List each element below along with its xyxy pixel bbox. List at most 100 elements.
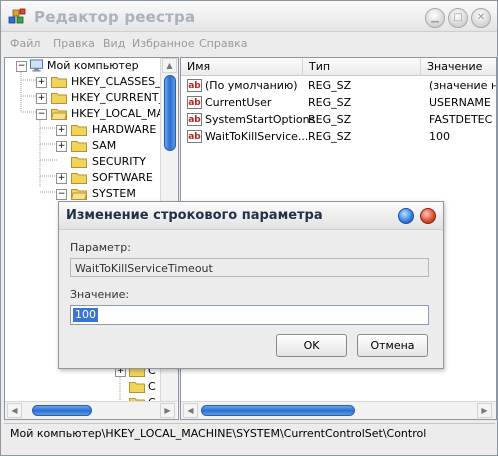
open-folder-icon [51,109,67,120]
menu-view[interactable]: Вид [103,37,125,50]
scroll-right-arrow-icon[interactable]: ▶ [477,403,492,418]
folder-icon [71,125,87,136]
cancel-button[interactable]: Отмена [357,334,428,357]
folder-icon [51,77,67,88]
list-item[interactable]: ab SystemStartOptions REG_SZ FASTDETEC [181,112,496,128]
tree-item-sam[interactable]: + SAM [5,138,165,154]
expand-icon[interactable]: + [36,77,47,88]
value-data: FASTDETEC [429,113,493,126]
tree-horizontal-scrollbar[interactable]: ◀ ▶ [5,401,177,419]
expand-icon[interactable]: + [56,125,67,136]
tree-item-security[interactable]: SECURITY [5,154,165,170]
value-name: (По умолчанию) [205,79,298,92]
minimize-button[interactable]: ▁ [425,8,445,28]
scroll-thumb[interactable] [164,75,176,151]
menu-help[interactable]: Справка [199,37,247,50]
value-name: CurrentUser [205,96,272,109]
expand-icon[interactable]: + [56,173,67,184]
collapse-icon[interactable]: − [36,109,47,120]
menu-file[interactable]: Файл [10,37,40,50]
value-data: 100 [429,130,450,143]
collapse-icon[interactable]: − [56,189,67,200]
value-data-label: Значение: [70,288,130,301]
tree-item-hkey-current-user[interactable]: + HKEY_CURRENT_ [5,90,165,106]
tree-item-software[interactable]: + SOFTWARE [5,170,165,186]
window-title: Редактор реестра [34,8,196,26]
tree-item-hkey-classes-root[interactable]: + HKEY_CLASSES_R [5,74,169,90]
column-header-name[interactable]: Имя [181,58,303,76]
dialog-close-button[interactable] [420,208,436,224]
list-item[interactable]: ab CurrentUser REG_SZ USERNAME [181,95,496,111]
value-type: REG_SZ [308,130,352,143]
column-header-value[interactable]: Значение [421,58,496,76]
minimize-icon: ▁ [431,12,439,23]
scroll-right-arrow-icon[interactable]: ▶ [160,403,175,418]
tree-item-my-computer[interactable]: − Мой компьютер [5,58,165,74]
param-name-field: WaitToKillServiceTimeout [70,258,429,277]
value-data: USERNAME [429,96,491,109]
tree-item-label: HARDWARE [92,123,157,136]
collapse-icon[interactable]: − [16,61,27,72]
column-header-label: Значение [427,60,483,73]
help-button[interactable] [398,208,414,224]
scroll-left-arrow-icon[interactable]: ◀ [183,403,198,418]
dialog-title: Изменение строкового параметра [66,208,323,223]
scroll-thumb[interactable] [32,405,92,416]
value-data-text[interactable]: 100 [73,308,98,322]
expand-icon[interactable]: + [56,141,67,152]
tree-item-label: HKEY_CLASSES_R [71,75,169,88]
string-value-icon: ab [187,79,202,92]
folder-icon [71,157,87,168]
tree-item-hkey-local-machine[interactable]: − HKEY_LOCAL_MA [5,106,165,122]
close-icon: ✕ [476,12,486,23]
value-name: WaitToKillService... [205,130,309,143]
tree-item-label: SAM [92,139,117,152]
computer-icon [30,59,44,72]
scroll-left-arrow-icon[interactable]: ◀ [7,403,22,418]
value-type: REG_SZ [308,96,352,109]
value-type: REG_SZ [308,79,352,92]
tree-item-label: SOFTWARE [92,171,153,184]
menu-bar: Файл Правка Вид Избранное Справка [1,32,497,54]
scroll-thumb[interactable] [201,405,355,416]
tree-item-label: HKEY_LOCAL_MA [71,107,164,120]
string-value-icon: ab [187,96,202,109]
tree-item-label: Мой компьютер [47,59,139,72]
folder-icon [71,173,87,184]
close-button[interactable]: ✕ [471,8,491,28]
status-bar: Мой компьютер\HKEY_LOCAL_MACHINE\SYSTEM\… [4,423,495,443]
folder-icon [129,382,145,393]
tree-item-partial[interactable]: C [5,379,165,395]
param-name-value: WaitToKillServiceTimeout [75,262,213,275]
expand-icon[interactable]: + [36,93,47,104]
open-folder-icon [71,189,87,200]
registry-editor-window: Редактор реестра ▁ □ ✕ Файл Правка Вид И… [0,0,498,456]
dialog-title-bar[interactable]: Изменение строкового параметра [59,202,443,230]
folder-icon [71,141,87,152]
tree-item-hardware[interactable]: + HARDWARE [5,122,165,138]
registry-editor-icon [8,8,26,24]
folder-icon [51,93,67,104]
ok-button[interactable]: OK [276,334,347,357]
value-name: SystemStartOptions [205,113,316,126]
tree-item-system[interactable]: − SYSTEM [5,186,165,202]
tree-item-label: C [148,380,156,393]
scroll-up-arrow-icon[interactable]: ▲ [162,58,177,73]
column-header-label: Тип [309,60,331,73]
status-path: Мой компьютер\HKEY_LOCAL_MACHINE\SYSTEM\… [10,427,427,440]
value-data-input[interactable]: 100 [70,305,429,325]
menu-edit[interactable]: Правка [53,37,95,50]
value-data: (значение н [429,79,497,92]
value-type: REG_SZ [308,113,352,126]
list-item[interactable]: ab WaitToKillService... REG_SZ 100 [181,129,496,145]
title-bar[interactable]: Редактор реестра ▁ □ ✕ [1,1,497,32]
list-horizontal-scrollbar[interactable]: ◀ ▶ [181,401,496,419]
edit-string-dialog: Изменение строкового параметра Параметр:… [58,201,444,369]
string-value-icon: ab [187,130,202,143]
maximize-button[interactable]: □ [448,8,468,28]
list-item[interactable]: ab (По умолчанию) REG_SZ (значение н [181,78,496,94]
column-header-type[interactable]: Тип [303,58,421,76]
string-value-icon: ab [187,113,202,126]
menu-favorites[interactable]: Избранное [132,37,194,50]
tree-item-label: SECURITY [92,155,146,168]
